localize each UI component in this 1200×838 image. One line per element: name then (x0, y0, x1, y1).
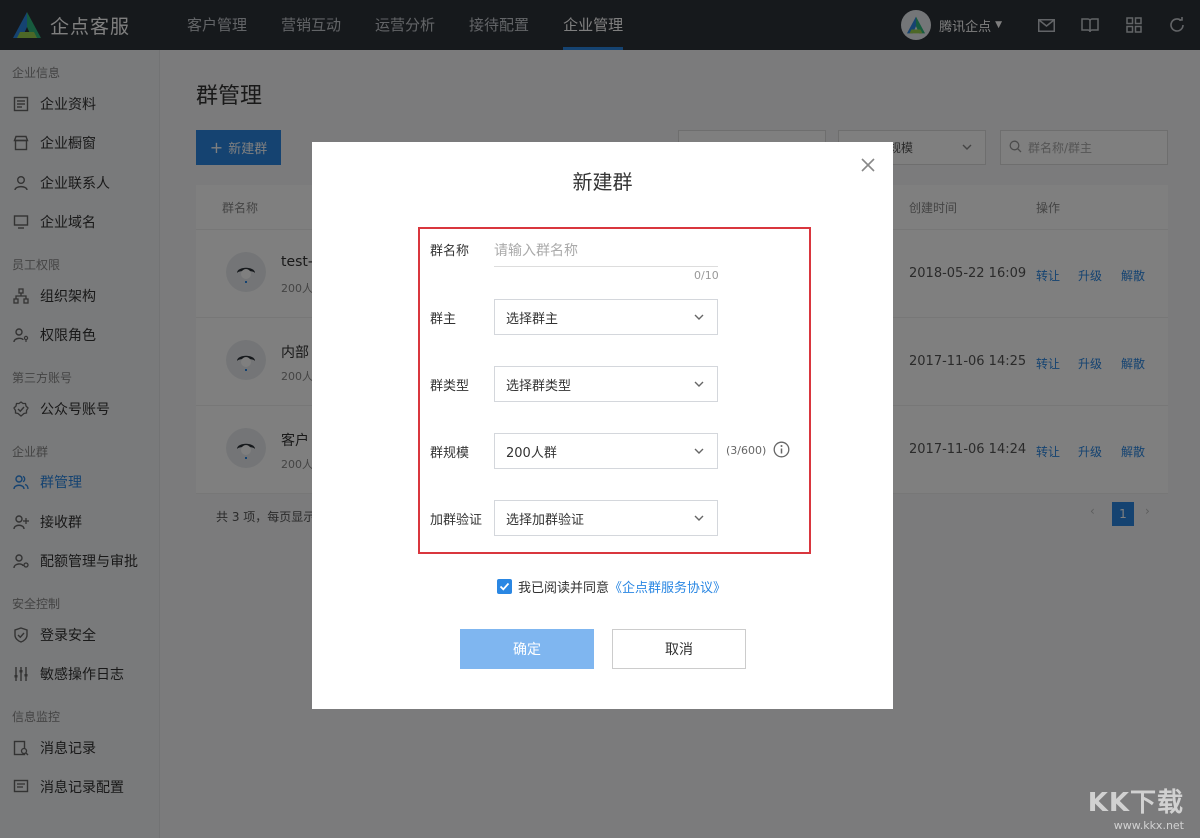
group-owner-select[interactable]: 选择群主 (494, 299, 718, 335)
close-icon[interactable] (859, 156, 877, 174)
group-type-value: 选择群类型 (506, 378, 572, 394)
group-name-label: 群名称 (430, 244, 470, 259)
agreement-text: 我已阅读并同意 (518, 581, 610, 596)
agreement-row: 我已阅读并同意 《企点群服务协议》 (497, 577, 726, 596)
agreement-checkbox[interactable] (497, 579, 512, 594)
join-verify-value: 选择加群验证 (506, 512, 585, 528)
confirm-button[interactable]: 确定 (460, 629, 594, 669)
chevron-down-icon (693, 311, 705, 323)
chevron-down-icon (693, 512, 705, 524)
group-scale-label: 群规模 (430, 446, 470, 461)
join-verify-label: 加群验证 (430, 513, 483, 528)
group-scale-value: 200人群 (506, 445, 557, 461)
group-name-placeholder: 请输入群名称 (494, 243, 578, 259)
cancel-button[interactable]: 取消 (612, 629, 746, 669)
agreement-link[interactable]: 《企点群服务协议》 (609, 577, 726, 596)
watermark: KK下载 www.kkx.net (1088, 782, 1184, 832)
watermark-url: www.kkx.net (1113, 819, 1184, 832)
group-name-char-count: 0/10 (694, 269, 719, 282)
join-verify-select[interactable]: 选择加群验证 (494, 500, 718, 536)
group-name-input[interactable]: 请输入群名称 (494, 234, 718, 267)
dialog-title: 新建群 (572, 170, 633, 194)
group-type-label: 群类型 (430, 379, 470, 394)
chevron-down-icon (693, 445, 705, 457)
group-owner-value: 选择群主 (506, 311, 559, 327)
new-group-dialog: 新建群 群名称 请输入群名称 0/10 群主 选择群主 群类型 选择群类型 群规… (312, 142, 893, 709)
group-scale-quota: (3/600) (726, 444, 767, 457)
group-type-select[interactable]: 选择群类型 (494, 366, 718, 402)
info-icon[interactable] (773, 441, 790, 458)
group-scale-select[interactable]: 200人群 (494, 433, 718, 469)
watermark-logo-text: KK下载 (1087, 788, 1184, 818)
chevron-down-icon (693, 378, 705, 390)
group-owner-label: 群主 (430, 312, 457, 327)
